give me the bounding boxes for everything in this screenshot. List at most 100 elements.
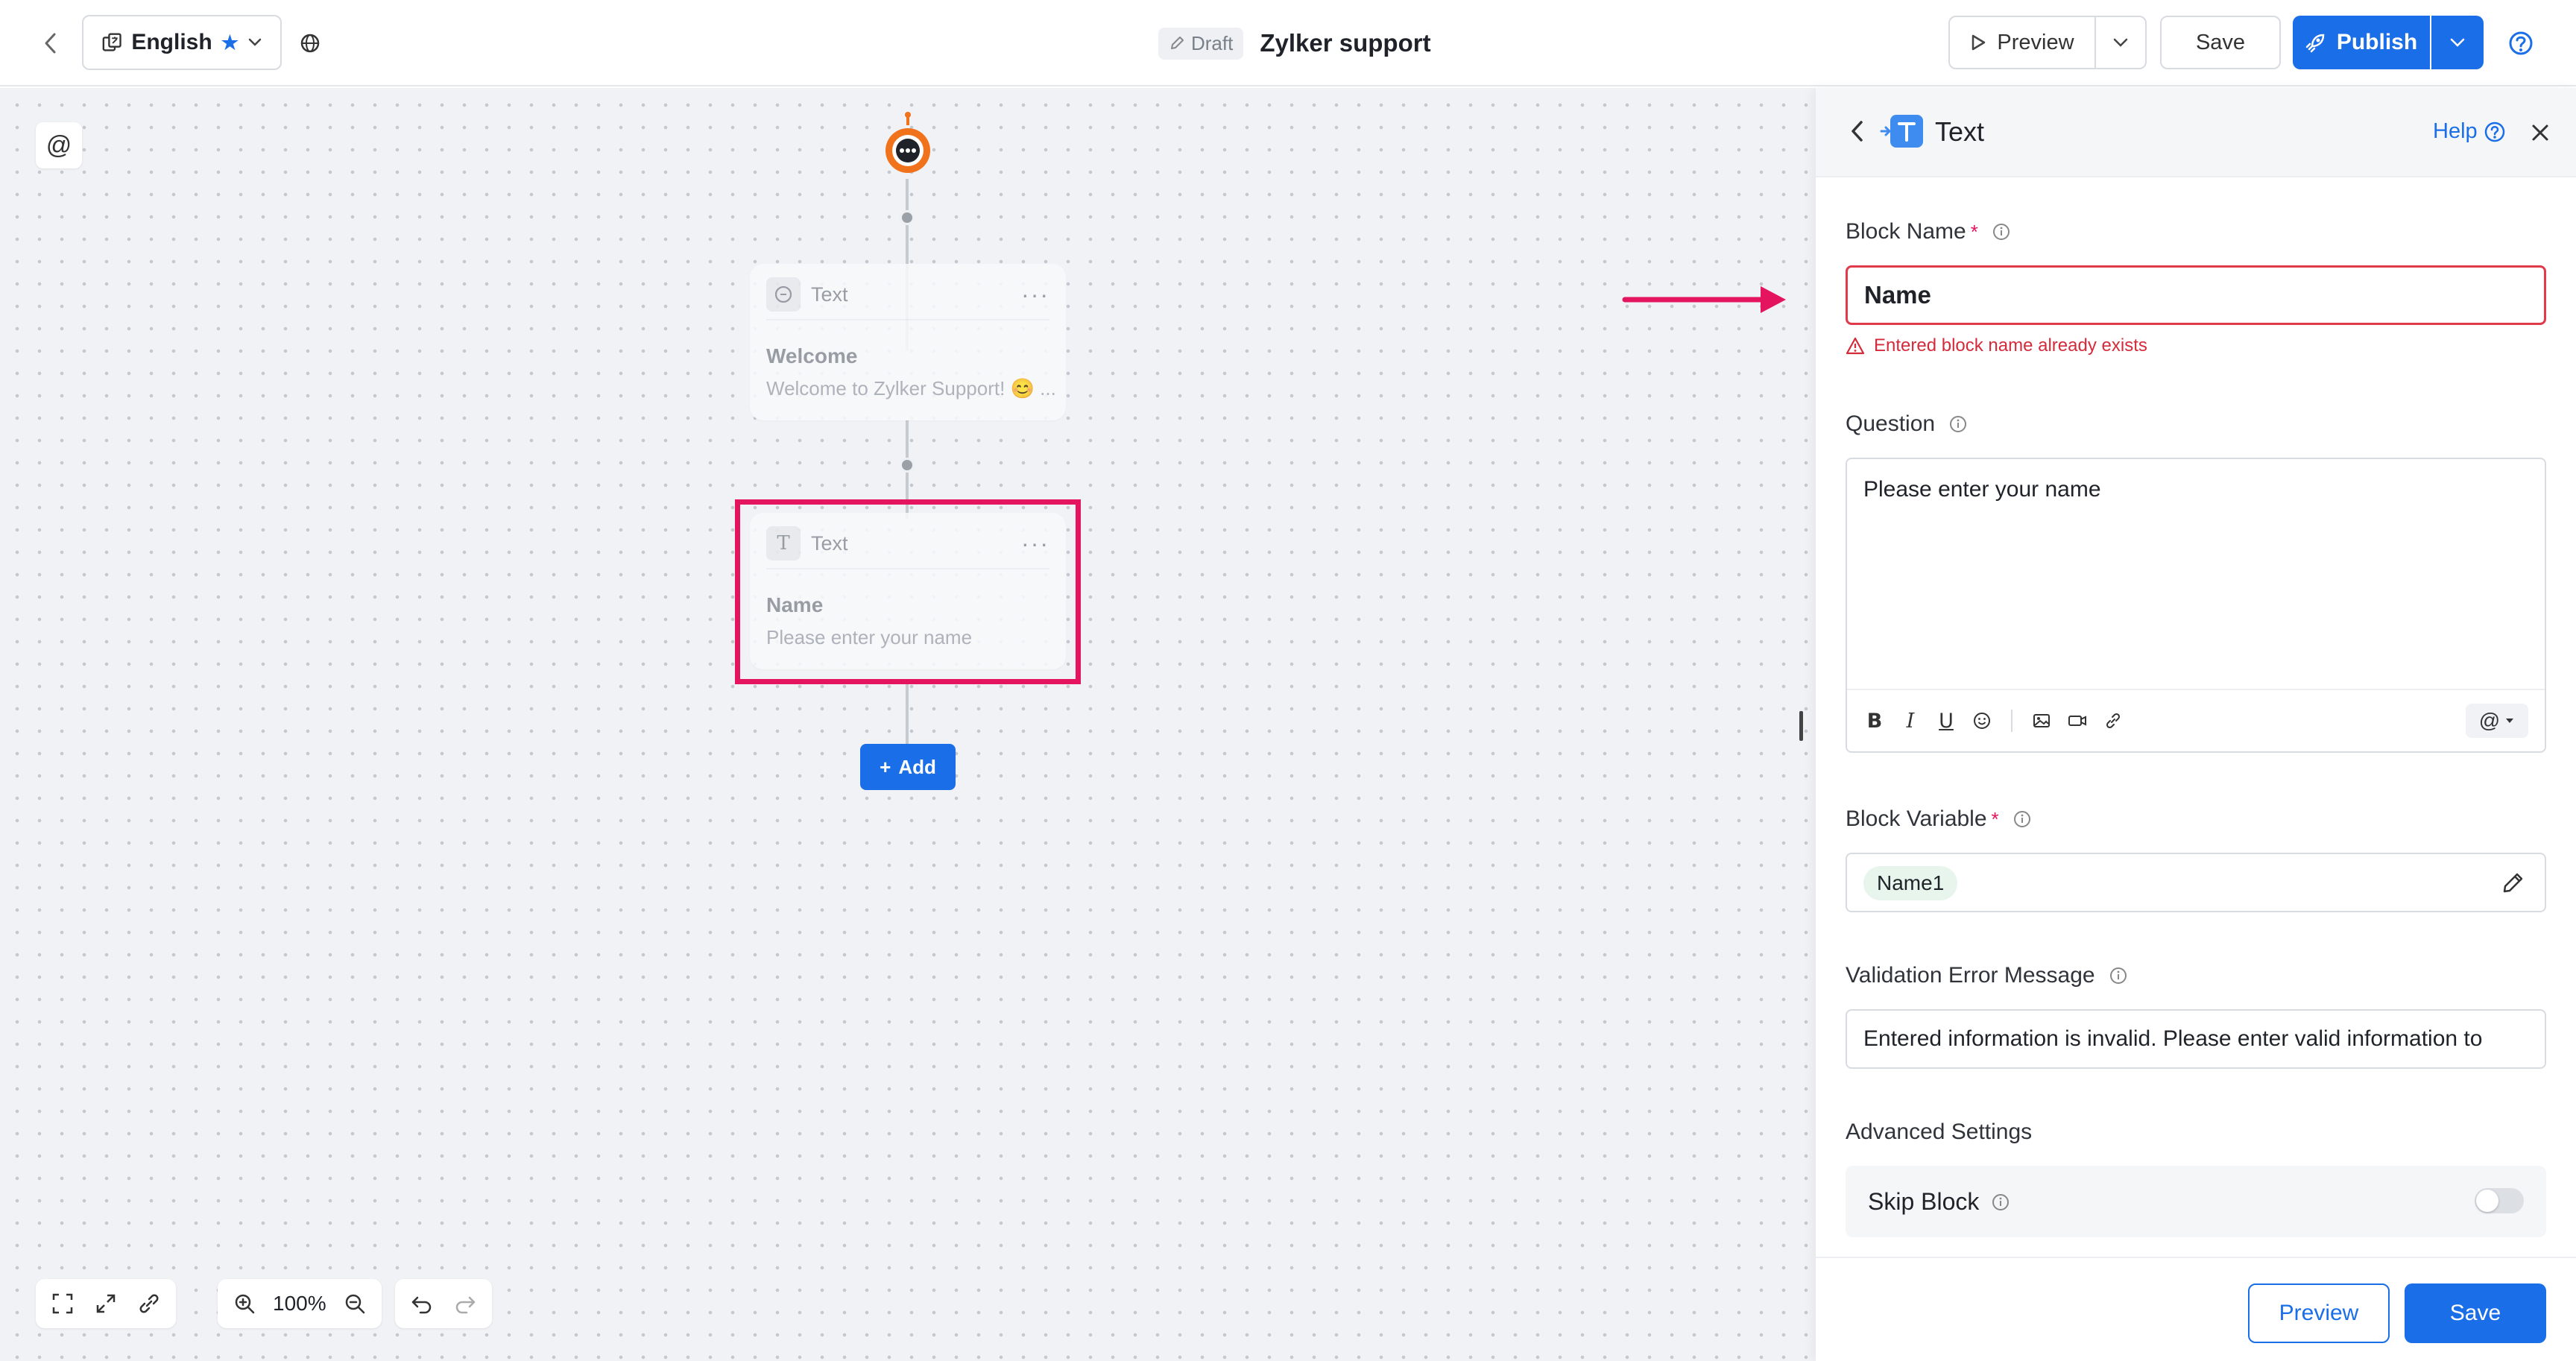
back-icon[interactable] [33, 25, 69, 61]
flow-node-welcome[interactable]: Text ··· Welcome Welcome to Zylker Suppo… [750, 264, 1066, 420]
highlight-annotation [735, 499, 1081, 684]
undo-icon[interactable] [407, 1289, 437, 1319]
back-icon[interactable] [1841, 115, 1874, 148]
bold-icon[interactable]: B [1863, 710, 1886, 733]
preview-button-label: Preview [1997, 30, 2074, 54]
add-block-label: Add [898, 755, 936, 778]
play-icon [1972, 34, 1986, 51]
link-icon[interactable] [134, 1289, 164, 1319]
footer-save-button[interactable]: Save [2405, 1283, 2546, 1343]
info-icon[interactable] [1948, 414, 1968, 434]
validation-message-input[interactable]: Entered information is invalid. Please e… [1846, 1009, 2546, 1069]
panel-footer: Preview Save [1816, 1257, 2576, 1361]
status-badge: Draft [1158, 27, 1244, 60]
preview-button[interactable]: Preview [1948, 16, 2096, 69]
star-icon: ★ [221, 31, 239, 54]
view-toolbar [36, 1279, 176, 1328]
required-marker: * [1991, 807, 1999, 830]
rocket-icon [2305, 34, 2325, 53]
help-icon[interactable] [2506, 28, 2536, 58]
block-variable-label: Block Variable [1846, 806, 1987, 831]
mention-variables-button[interactable]: @ [36, 122, 82, 168]
panel-header: Text Help [1816, 88, 2576, 177]
connector-dot [900, 210, 915, 225]
at-icon: @ [2478, 709, 2501, 732]
link-icon[interactable] [2102, 710, 2124, 732]
info-icon[interactable] [2109, 966, 2128, 985]
chevron-down-icon [2450, 38, 2465, 47]
validation-label-row: Validation Error Message [1846, 963, 2128, 988]
block-variable-label-row: Block Variable * [1846, 806, 2032, 832]
editor-toolbar: B I U @ [1847, 689, 2545, 751]
node-subtitle: Welcome to Zylker Support! 😊 ... [766, 377, 1056, 400]
skip-block-row: Skip Block [1846, 1166, 2546, 1237]
toggle-knob [2476, 1190, 2498, 1212]
pencil-icon[interactable] [2498, 869, 2527, 897]
preview-dropdown-button[interactable] [2094, 16, 2147, 69]
globe-icon[interactable] [292, 25, 328, 61]
question-text[interactable]: Please enter your name [1863, 477, 2101, 502]
close-icon[interactable] [2524, 116, 2557, 149]
message-bubble-icon [766, 277, 801, 312]
block-name-label-row: Block Name * [1846, 219, 2011, 244]
node-title: Welcome [766, 344, 858, 367]
panel-title: Text [1935, 116, 1985, 147]
advanced-settings-heading: Advanced Settings [1846, 1120, 2033, 1144]
publish-button[interactable]: Publish [2293, 16, 2430, 69]
translate-icon [102, 33, 121, 51]
title-area: Draft Zylker support [1158, 25, 1431, 61]
page-title: Zylker support [1260, 29, 1431, 57]
node-type-label: Text [811, 282, 848, 306]
validation-label: Validation Error Message [1846, 963, 2095, 988]
help-link-label: Help [2433, 119, 2478, 143]
block-name-input[interactable]: Name [1846, 265, 2546, 325]
pencil-icon [1171, 37, 1184, 49]
more-options-icon[interactable]: ··· [1021, 281, 1049, 309]
info-icon[interactable] [2012, 809, 2032, 829]
warning-icon [1846, 337, 1865, 355]
bot-icon[interactable] [880, 110, 936, 179]
caret-down-icon [2506, 719, 2514, 723]
block-variable-field[interactable]: Name1 [1846, 853, 2546, 912]
block-name-label: Block Name [1846, 219, 1966, 244]
question-editor[interactable]: Please enter your name B I U @ [1846, 458, 2546, 753]
info-icon[interactable] [1992, 222, 2011, 241]
expand-icon[interactable] [91, 1289, 121, 1319]
panel-resize-handle[interactable] [1799, 711, 1803, 741]
toolbar-divider [2011, 710, 2012, 732]
info-icon[interactable] [1991, 1193, 2010, 1212]
required-marker: * [1970, 220, 1978, 243]
publish-button-label: Publish [2336, 30, 2418, 54]
publish-dropdown-button[interactable] [2431, 16, 2484, 69]
variable-chip: Name1 [1863, 866, 1958, 900]
plus-icon: + [880, 755, 891, 778]
status-badge-label: Draft [1191, 31, 1234, 54]
help-link[interactable]: Help [2433, 119, 2506, 144]
zoom-level: 100% [273, 1292, 326, 1315]
chevron-down-icon [247, 33, 262, 52]
help-icon [2484, 121, 2504, 142]
image-icon[interactable] [2030, 710, 2053, 732]
italic-icon[interactable]: I [1899, 710, 1922, 733]
footer-preview-button[interactable]: Preview [2248, 1283, 2390, 1343]
arrow-annotation-icon [1622, 286, 1786, 313]
insert-variable-button[interactable]: @ [2466, 704, 2528, 738]
flow-canvas[interactable]: @ Text ··· Welcome Welcome to Zylker Sup… [0, 88, 1816, 1361]
language-label: English [131, 30, 212, 54]
fit-view-icon[interactable] [48, 1289, 78, 1319]
save-button[interactable]: Save [2160, 16, 2281, 69]
redo-icon[interactable] [450, 1289, 480, 1319]
emoji-icon[interactable] [1971, 710, 1993, 732]
language-select[interactable]: English ★ [82, 15, 282, 70]
video-icon[interactable] [2066, 710, 2089, 732]
question-label-row: Question [1846, 411, 1968, 437]
zoom-in-icon[interactable] [230, 1289, 259, 1319]
question-label: Question [1846, 411, 1936, 436]
block-name-error: Entered block name already exists [1846, 335, 2147, 356]
underline-icon[interactable]: U [1935, 710, 1957, 733]
zoom-out-icon[interactable] [340, 1289, 370, 1319]
zoom-toolbar: 100% [218, 1279, 382, 1328]
skip-block-toggle[interactable] [2475, 1188, 2524, 1213]
connector-dot [900, 458, 915, 473]
add-block-button[interactable]: + Add [860, 744, 956, 790]
